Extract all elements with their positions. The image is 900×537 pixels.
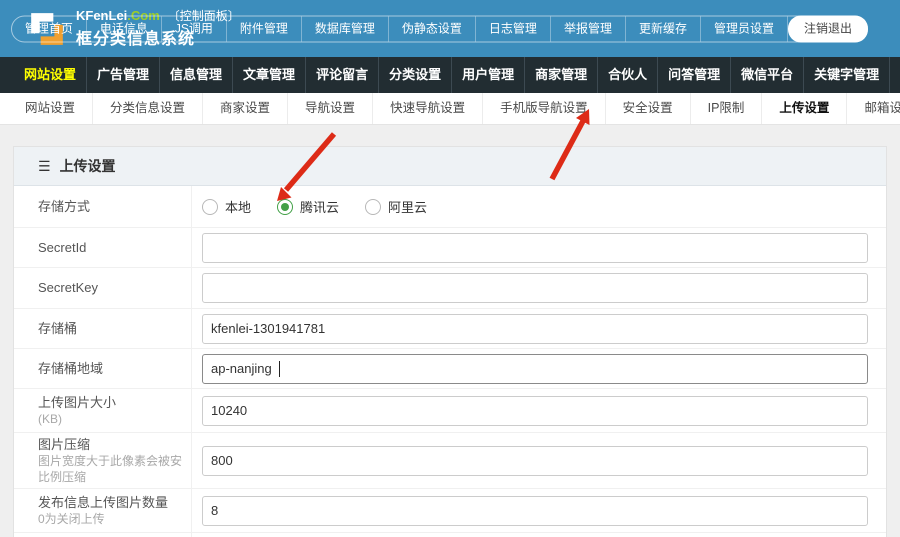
sub-nav-item-网站设置[interactable]: 网站设置 <box>8 93 93 124</box>
topnav-item-举报管理[interactable]: 举报管理 <box>551 16 626 41</box>
radio-label: 阿里云 <box>388 197 427 216</box>
sub-nav-item-手机版导航设置[interactable]: 手机版导航设置 <box>483 93 606 124</box>
radio-circle-icon <box>202 199 218 215</box>
radio-label: 本地 <box>225 197 251 216</box>
main-nav-item-合伙人[interactable]: 合伙人 <box>597 57 657 93</box>
radio-circle-icon <box>365 199 381 215</box>
text-cursor <box>279 361 280 377</box>
form-row-secret-id: SecretId <box>14 228 886 268</box>
field-sublabel: 图片宽度大于此像素会被安比例压缩 <box>38 453 183 485</box>
topnav-item-管理员设置[interactable]: 管理员设置 <box>701 16 788 41</box>
form-row-image-count: 发布信息上传图片数量 0为关闭上传 <box>14 489 886 533</box>
panel-title: 上传设置 <box>60 156 116 176</box>
sub-nav-item-分类信息设置[interactable]: 分类信息设置 <box>93 93 203 124</box>
main-nav-item-关键字管理[interactable]: 关键字管理 <box>803 57 889 93</box>
topnav-item-更新缓存[interactable]: 更新缓存 <box>626 16 701 41</box>
field-label: 存储桶 <box>38 320 183 338</box>
topnav-item-日志管理[interactable]: 日志管理 <box>476 16 551 41</box>
main-nav-item-商家管理[interactable]: 商家管理 <box>524 57 597 93</box>
field-label: SecretId <box>38 239 183 257</box>
field-label: 图片压缩 <box>38 436 183 454</box>
sub-nav-item-邮箱设置[interactable]: 邮箱设置 <box>847 93 900 124</box>
main-nav: 网站设置广告管理信息管理文章管理评论留言分类设置用户管理商家管理合伙人问答管理微… <box>0 57 900 93</box>
field-label: 发布信息上传图片数量 <box>38 494 183 512</box>
sub-nav: 网站设置分类信息设置商家设置导航设置快速导航设置手机版导航设置安全设置IP限制上… <box>0 93 900 125</box>
radio-ali-cloud[interactable]: 阿里云 <box>365 197 427 216</box>
upload-size-input[interactable] <box>202 396 868 426</box>
field-label: 存储方式 <box>38 198 183 216</box>
upload-settings-panel: ☰ 上传设置 存储方式 本地 腾讯云 阿里云 <box>13 146 887 537</box>
image-compression-input[interactable] <box>202 446 868 476</box>
topnav-item-JS调用[interactable]: JS调用 <box>162 16 227 41</box>
main-nav-item-分类设置[interactable]: 分类设置 <box>378 57 451 93</box>
topnav-item-管理首页[interactable]: 管理首页 <box>12 16 87 41</box>
sub-nav-item-导航设置[interactable]: 导航设置 <box>288 93 373 124</box>
topnav-item-附件管理[interactable]: 附件管理 <box>227 16 302 41</box>
main-nav-item-用户管理[interactable]: 用户管理 <box>451 57 524 93</box>
main-nav-item-广告管理[interactable]: 广告管理 <box>86 57 159 93</box>
radio-circle-selected-icon <box>277 199 293 215</box>
form-row-bucket: 存储桶 <box>14 309 886 349</box>
field-sublabel: (KB) <box>38 411 183 427</box>
form-row-secret-key: SecretKey <box>14 268 886 309</box>
app-header: KFenLei.Com〔控制面板〕 框分类信息系统 管理首页电话信息JS调用附件… <box>0 0 900 57</box>
storage-type-options: 本地 腾讯云 阿里云 <box>192 186 886 227</box>
form-row-upload-size: 上传图片大小 (KB) <box>14 389 886 433</box>
radio-label: 腾讯云 <box>300 197 339 216</box>
logout-button[interactable]: 注销退出 <box>788 15 868 42</box>
main-nav-item-问答管理[interactable]: 问答管理 <box>657 57 730 93</box>
panel-header: ☰ 上传设置 <box>14 147 886 186</box>
sub-nav-item-安全设置[interactable]: 安全设置 <box>606 93 691 124</box>
sub-nav-item-IP限制[interactable]: IP限制 <box>691 93 763 124</box>
field-sublabel: 0为关闭上传 <box>38 511 183 527</box>
field-label: SecretKey <box>38 279 183 297</box>
main-nav-item-信息管理[interactable]: 信息管理 <box>159 57 232 93</box>
image-count-input[interactable] <box>202 496 868 526</box>
main-nav-item-微信平台[interactable]: 微信平台 <box>730 57 803 93</box>
form-row-storage-type: 存储方式 本地 腾讯云 阿里云 <box>14 186 886 228</box>
form-row-image-compression: 图片压缩 图片宽度大于此像素会被安比例压缩 <box>14 433 886 489</box>
main-nav-item-评论留言[interactable]: 评论留言 <box>305 57 378 93</box>
radio-tencent-cloud[interactable]: 腾讯云 <box>277 197 339 216</box>
field-label: 上传图片大小 <box>38 394 183 412</box>
main-nav-item-网站设置[interactable]: 网站设置 <box>14 57 86 93</box>
secret-key-input[interactable] <box>202 273 868 303</box>
sub-nav-item-快速导航设置[interactable]: 快速导航设置 <box>373 93 483 124</box>
sub-nav-item-商家设置[interactable]: 商家设置 <box>203 93 288 124</box>
topnav-item-数据库管理[interactable]: 数据库管理 <box>302 16 389 41</box>
bucket-input[interactable] <box>202 314 868 344</box>
bucket-region-input[interactable] <box>202 354 868 384</box>
secret-id-input[interactable] <box>202 233 868 263</box>
main-nav-item-短信接口[interactable]: 短信接口 <box>889 57 900 93</box>
form-row-partial <box>14 533 886 537</box>
field-label: 存储桶地域 <box>38 360 183 378</box>
form-row-bucket-region: 存储桶地域 <box>14 349 886 389</box>
topnav-item-电话信息[interactable]: 电话信息 <box>87 16 162 41</box>
main-nav-item-文章管理[interactable]: 文章管理 <box>232 57 305 93</box>
header-quick-nav: 管理首页电话信息JS调用附件管理数据库管理伪静态设置日志管理举报管理更新缓存管理… <box>11 15 868 42</box>
radio-local[interactable]: 本地 <box>202 197 251 216</box>
topnav-item-伪静态设置[interactable]: 伪静态设置 <box>389 16 476 41</box>
list-icon: ☰ <box>38 158 51 175</box>
sub-nav-item-上传设置[interactable]: 上传设置 <box>762 93 847 124</box>
content-area: ☰ 上传设置 存储方式 本地 腾讯云 阿里云 <box>0 125 900 537</box>
